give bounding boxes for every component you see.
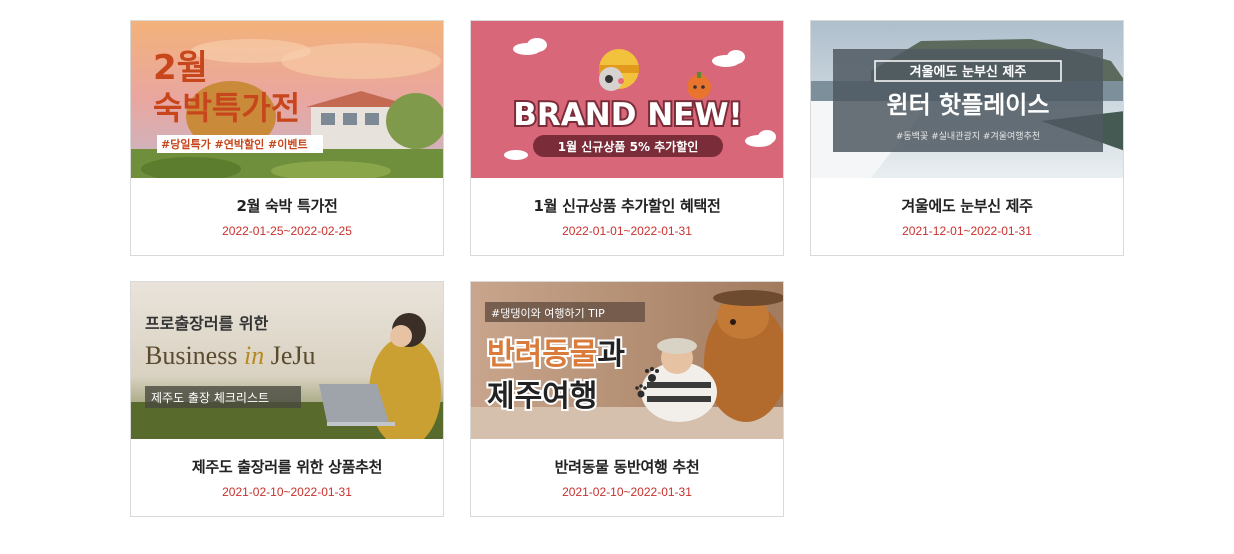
- banner-subtitle-text: 1월 신규상품 5% 추가할인: [558, 139, 699, 154]
- event-banner-image[interactable]: 프로출장러를 위한 Business in JeJu 제주도 출장 체크리스트: [131, 282, 443, 439]
- event-card-winter-jeju[interactable]: 겨울에도 눈부신 제주 윈터 핫플레이스 #동백꽃 #실내관광지 #겨울여행추천…: [810, 20, 1124, 256]
- event-title[interactable]: 겨울에도 눈부신 제주: [811, 195, 1123, 216]
- banner-jeju-text: JeJu: [271, 341, 316, 370]
- banner-tag-text: #댕댕이와 여행하기 TIP: [491, 306, 605, 320]
- event-card-pet-travel[interactable]: #댕댕이와 여행하기 TIP 반려동물과 제주여행 반려동물 동반여행 추천 2…: [470, 281, 784, 517]
- resort-banner-illustration: 2월 숙박특가전 #당일특가 #연박할인 #이벤트: [131, 21, 443, 178]
- pet-jeju-banner-illustration: #댕댕이와 여행하기 TIP 반려동물과 제주여행: [471, 282, 783, 439]
- banner-in-text: in: [244, 341, 271, 370]
- event-date-range: 2021-02-10~2022-01-31: [222, 485, 352, 499]
- winter-jeju-banner-illustration: 겨울에도 눈부신 제주 윈터 핫플레이스 #동백꽃 #실내관광지 #겨울여행추천: [811, 21, 1123, 178]
- event-title[interactable]: 반려동물 동반여행 추천: [471, 456, 783, 477]
- brand-new-banner-illustration: BRAND NEW! 1월 신규상품 5% 추가할인: [471, 21, 783, 178]
- event-date-range: 2021-02-10~2022-01-31: [562, 485, 692, 499]
- banner-tags-text: #동백꽃 #실내관광지 #겨울여행추천: [896, 130, 1040, 142]
- banner-subtitle-text: 제주도 출장 체크리스트: [151, 391, 269, 405]
- event-banner-image[interactable]: 겨울에도 눈부신 제주 윈터 핫플레이스 #동백꽃 #실내관광지 #겨울여행추천: [811, 21, 1123, 178]
- banner-tags-text: #당일특가 #연박할인 #이벤트: [161, 137, 308, 151]
- event-date-range: 2021-12-01~2022-01-31: [902, 224, 1032, 238]
- banner-boxed-text: 겨울에도 눈부신 제주: [910, 64, 1027, 80]
- event-title[interactable]: 1월 신규상품 추가할인 혜택전: [471, 195, 783, 216]
- banner-line1a-text: 반려동물: [487, 337, 597, 372]
- banner-business-text: Business: [145, 341, 244, 370]
- event-card-business-trip[interactable]: 프로출장러를 위한 Business in JeJu 제주도 출장 체크리스트 …: [130, 281, 444, 517]
- banner-line1-text: 프로출장러를 위한: [145, 314, 269, 333]
- event-date-range: 2022-01-01~2022-01-31: [562, 224, 692, 238]
- svg-text:Business in JeJu: Business in JeJu: [145, 341, 315, 370]
- banner-title-text: 숙박특가전: [153, 89, 300, 127]
- event-banner-image[interactable]: BRAND NEW! 1월 신규상품 5% 추가할인: [471, 21, 783, 178]
- event-banner-image[interactable]: 2월 숙박특가전 #당일특가 #연박할인 #이벤트: [131, 21, 443, 178]
- event-title[interactable]: 제주도 출장러를 위한 상품추천: [131, 456, 443, 477]
- banner-line2-text: 제주여행: [487, 379, 597, 414]
- banner-line1b-text: 과: [597, 337, 625, 372]
- event-card-grid: 2월 숙박특가전 #당일특가 #연박할인 #이벤트 2월 숙박 특가전 2022…: [0, 0, 1234, 554]
- event-card-february-stay[interactable]: 2월 숙박특가전 #당일특가 #연박할인 #이벤트 2월 숙박 특가전 2022…: [130, 20, 444, 256]
- event-card-january-new[interactable]: BRAND NEW! 1월 신규상품 5% 추가할인 1월 신규상품 추가할인 …: [470, 20, 784, 256]
- event-date-range: 2022-01-25~2022-02-25: [222, 224, 352, 238]
- event-banner-image[interactable]: #댕댕이와 여행하기 TIP 반려동물과 제주여행: [471, 282, 783, 439]
- event-title[interactable]: 2월 숙박 특가전: [131, 195, 443, 216]
- svg-text:반려동물과: 반려동물과: [487, 337, 625, 372]
- business-jeju-banner-illustration: 프로출장러를 위한 Business in JeJu 제주도 출장 체크리스트: [131, 282, 443, 439]
- banner-headline-text: BRAND NEW!: [513, 97, 742, 133]
- banner-month-text: 2월: [153, 48, 208, 88]
- banner-headline-text: 윈터 핫플레이스: [887, 91, 1050, 119]
